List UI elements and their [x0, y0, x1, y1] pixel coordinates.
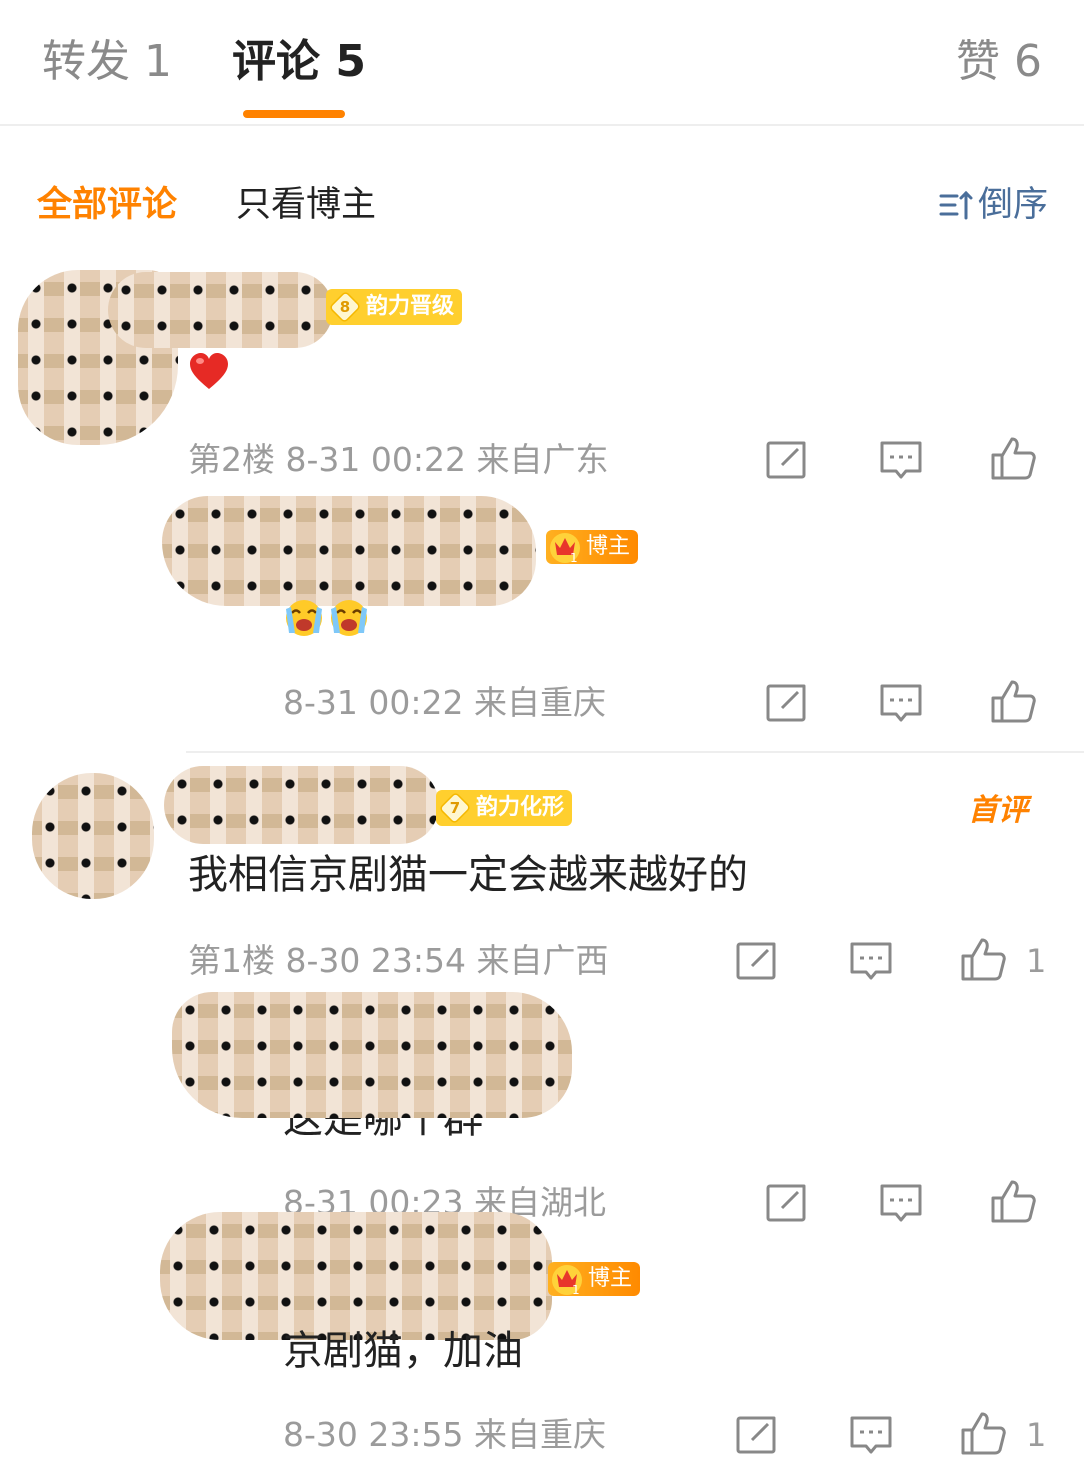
filter-all-comments[interactable]: 全部评论 [37, 180, 177, 230]
tab-repost[interactable]: 转发 1 [42, 34, 172, 90]
username-redacted[interactable] [164, 766, 439, 844]
comment-tabs: 转发 1 评论 5 赞 6 [0, 0, 1084, 126]
level-badge-label: 韵力晋级 [366, 294, 455, 319]
level-badge[interactable]: 7 韵力化形 [436, 790, 573, 826]
crown-icon: 1 [552, 1265, 582, 1296]
like-icon[interactable] [990, 435, 1036, 481]
share-icon[interactable] [764, 680, 810, 726]
crying-laughing-emoji-icon [286, 600, 367, 636]
svg-text:1: 1 [570, 551, 578, 564]
like-icon[interactable] [990, 678, 1036, 724]
comment-meta: 第2楼 8-31 00:22 来自广东 [188, 440, 609, 479]
tab-comments[interactable]: 评论 5 [232, 34, 366, 90]
like-count: 1 [1026, 1416, 1047, 1454]
blogger-badge-label: 博主 [588, 1266, 633, 1291]
red-heart-icon [190, 353, 228, 389]
like-count: 1 [1026, 942, 1047, 980]
level-badge[interactable]: 8 韵力晋级 [326, 289, 463, 325]
svg-text:1: 1 [572, 1283, 580, 1296]
comment-filters: 全部评论 只看博主 倒序 [0, 180, 1084, 230]
username-redacted[interactable] [108, 272, 333, 348]
reply-icon[interactable] [848, 1412, 894, 1458]
share-icon[interactable] [734, 938, 780, 984]
share-icon[interactable] [764, 437, 810, 483]
share-icon[interactable] [764, 1180, 810, 1226]
reply-meta: 8-31 00:22 来自重庆 [283, 683, 606, 722]
reply-icon[interactable] [878, 1180, 924, 1226]
crown-icon: 1 [550, 533, 580, 564]
reply-meta: 8-30 23:55 来自重庆 [283, 1415, 606, 1454]
reply-username-redacted[interactable] [172, 992, 572, 1118]
comment-meta: 第1楼 8-30 23:54 来自广西 [188, 941, 609, 980]
tab-likes[interactable]: 赞 6 [956, 34, 1042, 90]
filter-blogger-only[interactable]: 只看博主 [236, 180, 376, 230]
blogger-badge: 1 博主 [548, 1262, 641, 1296]
blogger-badge: 1 博主 [546, 530, 639, 564]
sort-label: 倒序 [977, 185, 1048, 225]
level-badge-label: 韵力化形 [476, 795, 565, 820]
reply-icon[interactable] [848, 938, 894, 984]
reply-username-redacted[interactable] [160, 1212, 552, 1340]
blogger-badge-label: 博主 [586, 534, 631, 559]
comment-divider [186, 751, 1084, 753]
share-icon[interactable] [734, 1412, 780, 1458]
active-tab-indicator [243, 110, 345, 118]
reply-username-redacted[interactable] [162, 496, 536, 606]
first-comment-tag: 首评 [968, 793, 1028, 828]
avatar[interactable] [32, 773, 154, 899]
like-icon[interactable] [960, 936, 1006, 982]
level-icon: 8 [328, 290, 362, 324]
comment-text: 我相信京剧猫一定会越来越好的 [188, 852, 748, 898]
reply-icon[interactable] [878, 437, 924, 483]
reply-icon[interactable] [878, 680, 924, 726]
reply-text: 京剧猫，加油 [283, 1328, 523, 1374]
sort-toggle[interactable]: 倒序 [938, 180, 1048, 230]
sort-icon [939, 190, 973, 220]
like-icon[interactable] [990, 1178, 1036, 1224]
like-icon[interactable] [960, 1410, 1006, 1456]
level-icon: 7 [438, 791, 472, 825]
